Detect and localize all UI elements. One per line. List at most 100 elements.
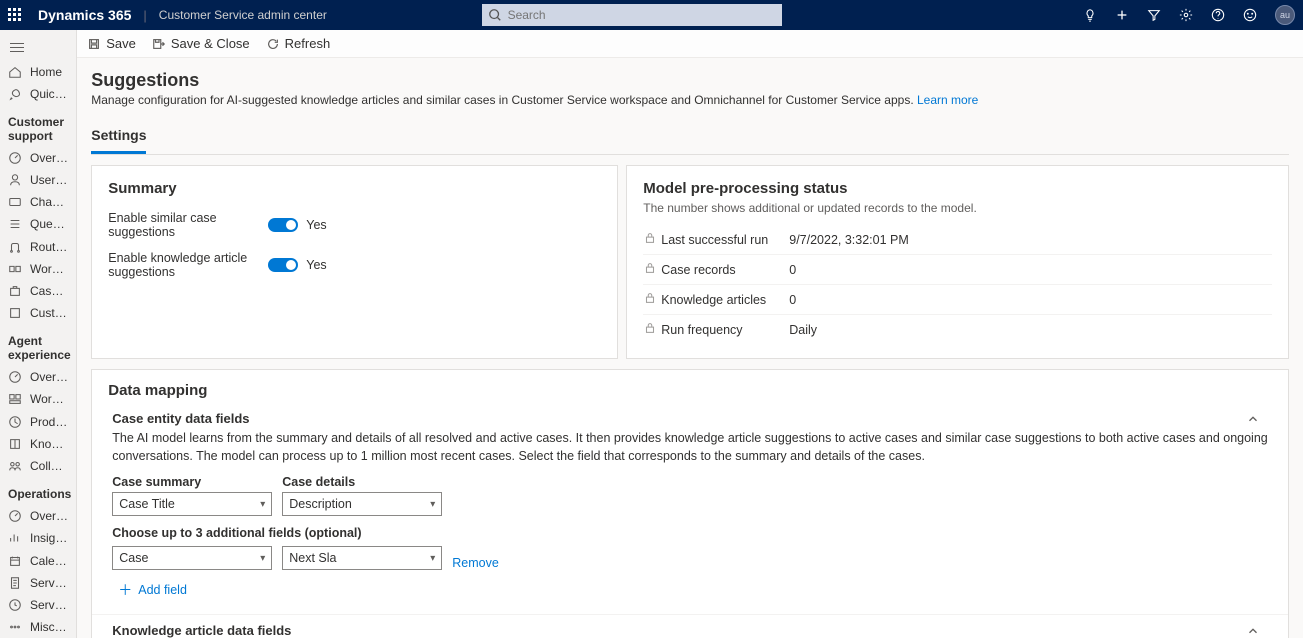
- sidebar-item-label: User management: [30, 173, 68, 187]
- lock-icon: [643, 231, 655, 248]
- command-bar: Save Save & Close Refresh: [77, 30, 1303, 58]
- terms-icon: [8, 576, 22, 590]
- dropdown-value: Next Sla: [289, 551, 336, 565]
- status-row-run-frequency: Run frequency Daily: [643, 315, 1272, 344]
- status-label: Last successful run: [661, 233, 789, 247]
- sidebar-item-service-scheduling[interactable]: Service scheduling: [0, 594, 76, 616]
- collab-icon: [8, 459, 22, 473]
- sidebar-item-miscellaneous[interactable]: Miscellaneous: [0, 616, 76, 638]
- dropdown-value: Case: [119, 551, 148, 565]
- learn-more-link[interactable]: Learn more: [917, 93, 978, 107]
- sidebar-item-workstreams[interactable]: Workstreams: [0, 258, 76, 280]
- brand-label[interactable]: Dynamics 365: [38, 7, 131, 23]
- setting-row-similar-cases: Enable similar case suggestions Yes: [108, 205, 601, 245]
- overview-icon: [8, 370, 22, 384]
- case-summary-dropdown[interactable]: Case Title ▾: [112, 492, 272, 516]
- case-summary-label: Case summary: [112, 475, 272, 489]
- sidebar-item-label: Queues: [30, 217, 68, 231]
- status-title: Model pre-processing status: [643, 180, 1272, 197]
- lightbulb-icon[interactable]: [1083, 8, 1097, 22]
- add-field-button[interactable]: ＋ Add field: [118, 580, 1268, 600]
- brand-divider: |: [143, 8, 146, 23]
- sidebar-item-overview[interactable]: Overview: [0, 147, 76, 169]
- page-subtitle: Manage configuration for AI-suggested kn…: [91, 93, 1289, 107]
- user-avatar[interactable]: au: [1275, 5, 1295, 25]
- overview-icon: [8, 151, 22, 165]
- status-label: Knowledge articles: [661, 293, 789, 307]
- sidebar-item-calendar[interactable]: Calendar: [0, 549, 76, 571]
- sidebar-item-collaboration[interactable]: Collaboration: [0, 455, 76, 477]
- user-icon: [8, 173, 22, 187]
- sidebar-item-label: Overview: [30, 151, 68, 165]
- setting-label: Enable knowledge article suggestions: [108, 251, 268, 279]
- filter-icon[interactable]: [1147, 8, 1161, 22]
- lock-icon: [643, 261, 655, 278]
- help-icon[interactable]: [1211, 8, 1225, 22]
- app-launcher-icon[interactable]: [8, 8, 22, 22]
- sidebar-item-label: Overview: [30, 509, 68, 523]
- save-button-label: Save: [106, 36, 136, 51]
- feedback-icon[interactable]: [1243, 8, 1257, 22]
- refresh-icon: [266, 37, 280, 51]
- sidebar-item-knowledge[interactable]: Knowledge: [0, 433, 76, 455]
- schedule-icon: [8, 598, 22, 612]
- toggle-state: Yes: [306, 258, 326, 272]
- sidebar-nav: Home Quick setup (previ… Customer suppor…: [0, 30, 77, 638]
- additional-field-entity-dropdown[interactable]: Case ▾: [112, 546, 272, 570]
- sidebar-group-operations: Operations: [0, 477, 76, 505]
- sidebar-item-home[interactable]: Home: [0, 61, 76, 83]
- save-button[interactable]: Save: [87, 36, 136, 51]
- data-mapping-section: Data mapping Case entity data fields The…: [91, 369, 1289, 638]
- routing-icon: [8, 240, 22, 254]
- overview-icon: [8, 509, 22, 523]
- sidebar-item-ae-overview[interactable]: Overview: [0, 366, 76, 388]
- dropdown-value: Description: [289, 497, 352, 511]
- toggle-knowledge-articles[interactable]: [268, 258, 298, 272]
- sidebar-item-op-overview[interactable]: Overview: [0, 505, 76, 527]
- collapse-case-entity-icon[interactable]: [1246, 412, 1260, 429]
- sidebar-item-label: Case settings: [30, 284, 68, 298]
- save-close-button[interactable]: Save & Close: [152, 36, 250, 51]
- case-details-dropdown[interactable]: Description ▾: [282, 492, 442, 516]
- sidebar-item-user-management[interactable]: User management: [0, 169, 76, 191]
- plus-icon[interactable]: [1115, 8, 1129, 22]
- topbar-actions: au: [1083, 5, 1295, 25]
- case-entity-subsection: Case entity data fields The AI model lea…: [92, 403, 1288, 614]
- sidebar-item-quick-setup[interactable]: Quick setup (previ…: [0, 83, 76, 105]
- sidebar-item-case-settings[interactable]: Case settings: [0, 280, 76, 302]
- plus-icon: ＋: [118, 580, 132, 600]
- sidebar-item-workspaces[interactable]: Workspaces: [0, 388, 76, 410]
- sidebar-collapse-button[interactable]: [0, 30, 76, 61]
- status-row-knowledge-articles: Knowledge articles 0: [643, 285, 1272, 315]
- sidebar-item-label: Workspaces: [30, 392, 68, 406]
- refresh-button[interactable]: Refresh: [266, 36, 331, 51]
- sidebar-item-customer-settings[interactable]: Customer settings: [0, 302, 76, 324]
- toggle-similar-cases[interactable]: [268, 218, 298, 232]
- sidebar-item-label: Collaboration: [30, 459, 68, 473]
- chevron-down-icon: ▾: [430, 553, 435, 564]
- page-tabs: Settings: [91, 121, 1289, 155]
- misc-icon: [8, 620, 22, 634]
- sidebar-item-insights[interactable]: Insights: [0, 527, 76, 549]
- top-navbar: Dynamics 365 | Customer Service admin ce…: [0, 0, 1303, 30]
- toggle-state: Yes: [306, 218, 326, 232]
- sidebar-item-label: Service terms: [30, 576, 68, 590]
- status-value: 0: [789, 263, 796, 277]
- sidebar-item-label: Productivity: [30, 415, 68, 429]
- sidebar-item-queues[interactable]: Queues: [0, 213, 76, 235]
- collapse-knowledge-article-icon[interactable]: [1246, 624, 1260, 638]
- settings-icon[interactable]: [1179, 8, 1193, 22]
- sidebar-item-productivity[interactable]: Productivity: [0, 411, 76, 433]
- remove-field-link[interactable]: Remove: [452, 556, 499, 570]
- search-input[interactable]: [482, 4, 782, 26]
- additional-field-value-dropdown[interactable]: Next Sla ▾: [282, 546, 442, 570]
- sidebar-item-label: Home: [30, 65, 62, 79]
- productivity-icon: [8, 415, 22, 429]
- tab-settings[interactable]: Settings: [91, 121, 146, 154]
- status-subtitle: The number shows additional or updated r…: [643, 201, 1272, 215]
- status-row-case-records: Case records 0: [643, 255, 1272, 285]
- sidebar-item-channels[interactable]: Channels: [0, 191, 76, 213]
- sidebar-item-routing[interactable]: Routing: [0, 236, 76, 258]
- add-field-label: Add field: [138, 583, 187, 597]
- sidebar-item-service-terms[interactable]: Service terms: [0, 572, 76, 594]
